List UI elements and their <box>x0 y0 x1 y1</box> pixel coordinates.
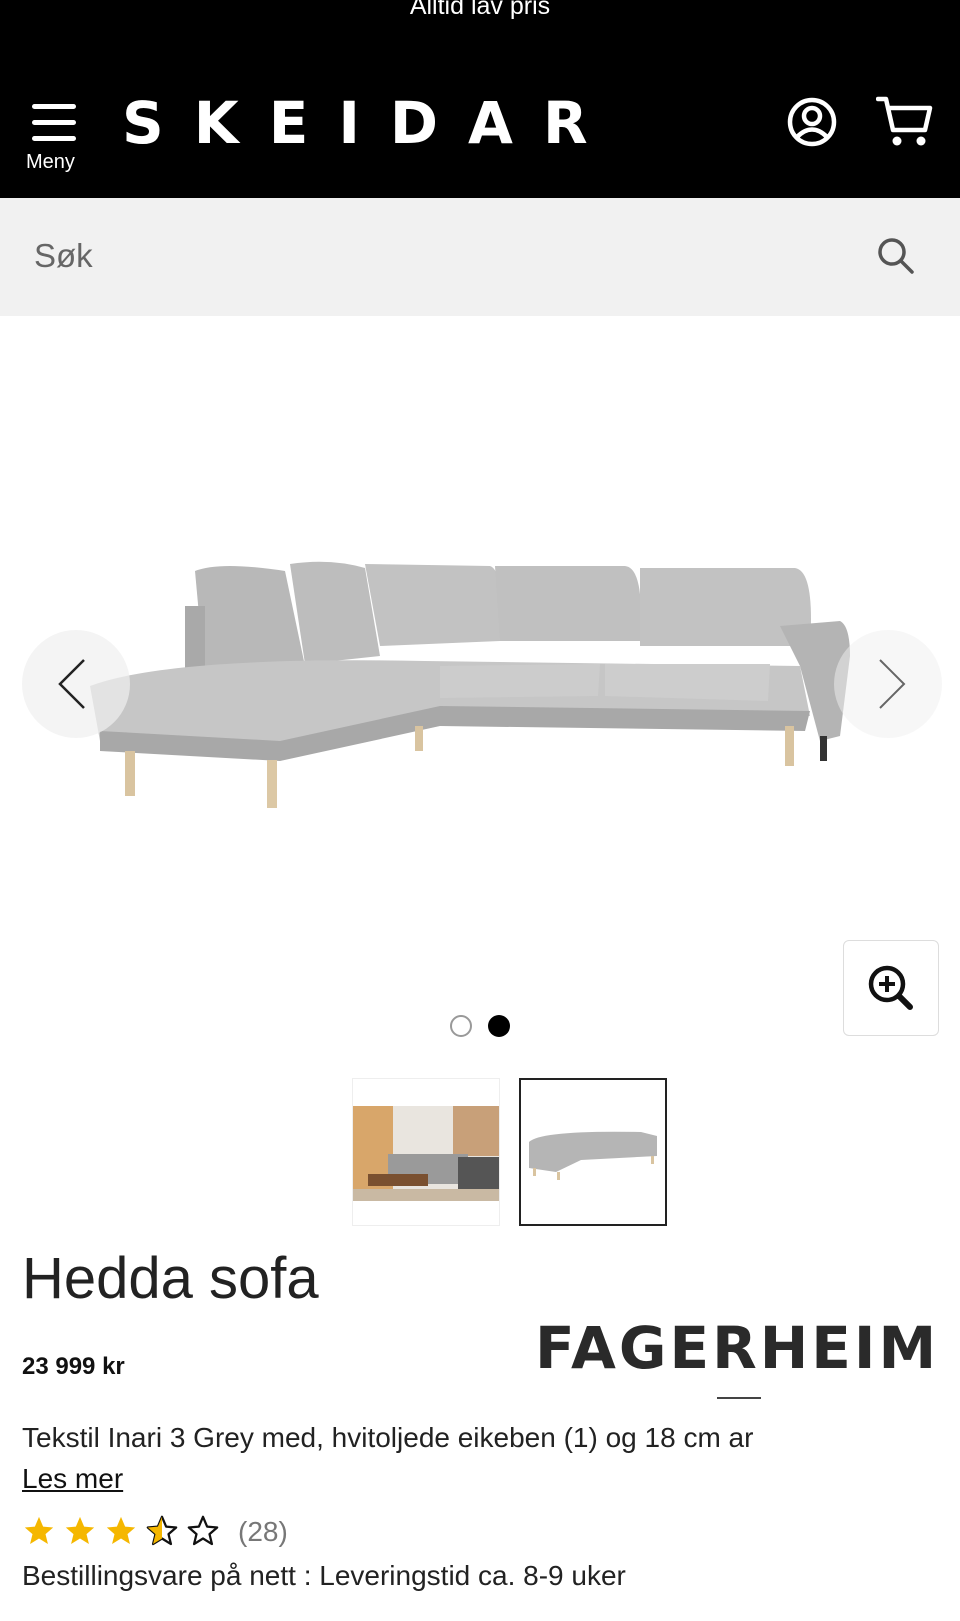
gallery-next-button[interactable] <box>834 630 942 738</box>
chevron-left-icon <box>58 659 85 709</box>
product-rating[interactable]: (28) <box>22 1514 422 1554</box>
account-button[interactable] <box>786 96 838 148</box>
review-count[interactable]: (28) <box>238 1516 288 1548</box>
star-full-icon <box>65 1516 95 1545</box>
brand-logo-underline <box>717 1397 761 1399</box>
hamburger-icon <box>32 102 76 144</box>
thumbnail-room-scene[interactable] <box>352 1078 500 1226</box>
product-description: Tekstil Inari 3 Grey med, hvitoljede eik… <box>22 1422 754 1453</box>
product-gallery <box>0 316 960 1061</box>
product-title: Hedda sofa <box>22 1246 319 1311</box>
menu-label: Meny <box>26 151 75 173</box>
sofa-thumbnail-image <box>529 1131 657 1180</box>
product-price: 23 999 kr <box>22 1353 125 1380</box>
search-input[interactable] <box>34 228 834 284</box>
site-header: Alltid lav pris Meny SKEIDAR <box>0 0 960 198</box>
star-full-icon <box>106 1516 136 1545</box>
user-circle-icon <box>787 97 837 147</box>
gallery-prev-button[interactable] <box>22 630 130 738</box>
zoom-button[interactable] <box>843 940 939 1036</box>
search-button[interactable] <box>876 236 916 276</box>
chevron-right-icon <box>879 659 906 709</box>
star-empty-icon <box>187 1515 219 1546</box>
product-image[interactable] <box>80 546 890 816</box>
gallery-pagination <box>450 1015 530 1039</box>
brand-logo-text: FAGERHEIM <box>535 1314 940 1382</box>
search-bar <box>0 198 960 316</box>
star-full-icon <box>24 1516 54 1545</box>
site-logo[interactable]: SKEIDAR <box>122 90 618 156</box>
zoom-in-icon <box>868 965 913 1010</box>
read-more-link[interactable]: Les mer <box>22 1463 123 1495</box>
promo-banner[interactable]: Alltid lav pris <box>0 0 960 21</box>
delivery-info: Bestillingsvare på nett : Leveringstid c… <box>22 1560 626 1591</box>
search-icon <box>878 238 914 274</box>
cart-button[interactable] <box>875 94 934 150</box>
thumbnail-sofa[interactable] <box>519 1078 667 1226</box>
pagination-dot-1[interactable] <box>450 1015 472 1037</box>
brand-logo[interactable]: FAGERHEIM <box>535 1313 943 1403</box>
menu-button[interactable]: Meny <box>26 98 86 178</box>
cart-icon <box>875 96 933 146</box>
star-half-icon <box>146 1515 178 1546</box>
pagination-dot-2-active[interactable] <box>488 1015 510 1037</box>
room-scene-thumbnail-image <box>353 1106 499 1201</box>
